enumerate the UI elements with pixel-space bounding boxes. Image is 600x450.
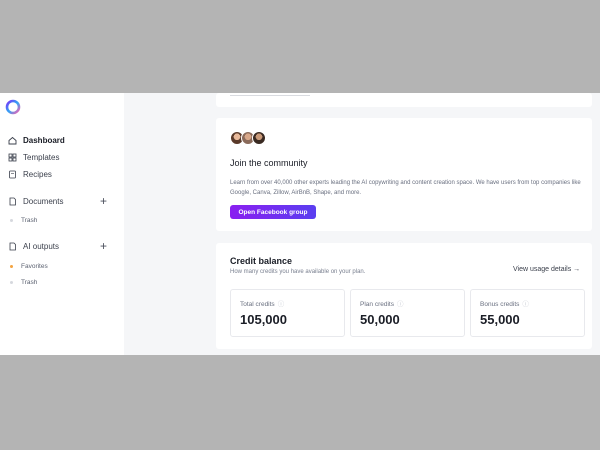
credit-balance-card: Credit balance How many credits you have… — [216, 243, 592, 349]
avatar — [252, 131, 266, 145]
sidebar-item-label: Recipes — [23, 169, 52, 179]
sidebar-item-recipes[interactable]: Recipes — [8, 168, 52, 180]
sidebar-item-templates[interactable]: Templates — [8, 151, 59, 163]
sidebar-item-label: Favorites — [21, 262, 48, 270]
add-ai-output-icon[interactable]: + — [100, 240, 107, 252]
stat-value: 105,000 — [240, 312, 287, 327]
info-icon[interactable]: ⓘ — [278, 301, 285, 308]
info-icon[interactable]: ⓘ — [397, 301, 404, 308]
sidebar-section-label: AI outputs — [23, 241, 60, 251]
bonus-credits-stat: Bonus credits ⓘ 55,000 — [470, 289, 585, 337]
sidebar-item-dashboard[interactable]: Dashboard — [8, 134, 65, 146]
book-icon — [8, 170, 17, 179]
sidebar-item-label: Templates — [23, 152, 60, 162]
sidebar: Dashboard Templates Recipes Documents + … — [0, 93, 124, 355]
sidebar-item-ai-trash[interactable]: Trash — [10, 277, 37, 287]
avatar-group — [230, 131, 266, 145]
sidebar-item-favorites[interactable]: Favorites — [10, 261, 48, 271]
sidebar-section-label: Documents — [23, 196, 64, 206]
open-facebook-group-button[interactable]: Open Facebook group — [230, 205, 316, 219]
community-card: Join the community Learn from over 40,00… — [216, 118, 592, 231]
sidebar-item-label: Trash — [21, 216, 38, 224]
stat-label-text: Plan credits — [360, 301, 394, 308]
community-title: Join the community — [230, 158, 308, 168]
stat-label-text: Total credits — [240, 301, 275, 308]
favorites-dot-icon — [10, 264, 13, 268]
sidebar-item-documents-trash[interactable]: Trash — [10, 215, 37, 225]
stat-value: 55,000 — [480, 312, 520, 327]
stat-value: 50,000 — [360, 312, 400, 327]
brand-logo-icon[interactable] — [4, 97, 22, 115]
sidebar-section-ai-outputs[interactable]: AI outputs — [8, 240, 59, 252]
stat-label: Total credits ⓘ — [240, 298, 284, 308]
dot-icon — [10, 280, 13, 284]
info-icon[interactable]: ⓘ — [522, 301, 529, 308]
plan-credits-stat: Plan credits ⓘ 50,000 — [350, 289, 465, 337]
credit-balance-subtitle: How many credits you have available on y… — [230, 269, 366, 275]
stat-label: Plan credits ⓘ — [360, 298, 403, 308]
home-icon — [8, 136, 17, 145]
document-icon — [8, 242, 17, 251]
divider — [230, 93, 310, 96]
community-description: Learn from over 40,000 other experts lea… — [230, 180, 581, 196]
total-credits-stat: Total credits ⓘ 105,000 — [230, 289, 345, 337]
sidebar-item-label: Dashboard — [23, 135, 65, 145]
sidebar-section-documents[interactable]: Documents — [8, 195, 63, 207]
document-icon — [8, 197, 17, 206]
stat-label-text: Bonus credits — [480, 301, 520, 308]
add-document-icon[interactable]: + — [100, 195, 107, 207]
view-usage-details-link[interactable]: View usage details → — [513, 266, 580, 273]
sidebar-item-label: Trash — [21, 278, 38, 286]
dot-icon — [10, 218, 13, 222]
credit-balance-title: Credit balance — [230, 256, 293, 266]
previous-card — [216, 93, 592, 107]
main-content: Join the community Learn from over 40,00… — [124, 93, 600, 355]
grid-icon — [8, 153, 17, 162]
app-window: Dashboard Templates Recipes Documents + … — [0, 93, 600, 355]
stat-label: Bonus credits ⓘ — [480, 298, 529, 308]
